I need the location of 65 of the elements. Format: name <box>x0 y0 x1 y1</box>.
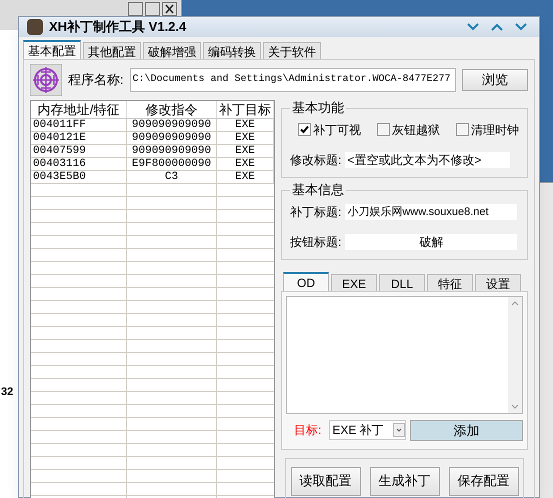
tab[interactable]: 基本配置 <box>23 40 81 58</box>
tab[interactable]: OD <box>283 272 329 290</box>
group-title: 基本功能 <box>290 100 346 116</box>
table-cell: 0043E5B0 <box>31 170 127 182</box>
tab[interactable]: EXE <box>331 274 377 290</box>
tab[interactable]: 设置 <box>475 274 521 290</box>
table-cell: EXE <box>217 144 274 156</box>
background-text: 32 <box>1 385 14 400</box>
column-header: 内存地址/特征 <box>31 100 127 118</box>
chevron-down-icon[interactable] <box>467 22 479 31</box>
tab[interactable]: 特征 <box>427 274 473 290</box>
tab[interactable]: DLL <box>379 274 425 290</box>
field-label: 按钮标题: <box>290 234 342 250</box>
table-cell: 909090909090 <box>127 132 217 144</box>
table-cell: 004011FF <box>31 118 127 130</box>
caret-icon <box>393 423 406 437</box>
column-header: 修改指令 <box>127 100 217 118</box>
chevron-down-icon[interactable] <box>515 22 527 31</box>
scrollbar[interactable] <box>508 296 522 412</box>
chevron-up-icon[interactable] <box>491 22 503 31</box>
table-cell: 00403116 <box>31 158 127 170</box>
button[interactable]: 读取配置 <box>290 466 360 496</box>
program-label: 程序名称: <box>68 70 124 89</box>
chevron-down-icon[interactable] <box>511 404 519 408</box>
table-cell: 00407599 <box>31 144 127 156</box>
table-cell: E9F800000090 <box>127 158 217 170</box>
tab[interactable]: 关于软件 <box>263 42 321 58</box>
table-cell: EXE <box>217 132 274 144</box>
group-title: 基本信息 <box>290 182 346 198</box>
button[interactable]: 保存配置 <box>448 466 518 496</box>
table-cell: 0040121E <box>31 132 127 144</box>
program-path-field[interactable]: C:\Documents and Settings\Administrator.WOCA-8477E277 <box>130 68 456 92</box>
window-title: XH补丁制作工具 V1.2.4 <box>49 18 186 36</box>
table-cell: C3 <box>127 170 217 182</box>
button-title-field[interactable]: 破解 <box>345 234 518 250</box>
field-label: 补丁标题: <box>290 204 342 220</box>
button[interactable]: 浏览 <box>462 68 528 90</box>
table-cell: EXE <box>217 158 274 170</box>
table-cell: 909090909090 <box>127 118 217 130</box>
table-cell: EXE <box>217 118 274 130</box>
checkbox[interactable] <box>456 123 469 136</box>
title-field[interactable]: <置空或此文本为不修改> <box>345 152 510 168</box>
target-dropdown[interactable]: EXE 补丁 <box>329 420 406 440</box>
tab[interactable]: 破解增强 <box>143 42 201 58</box>
column-header: 补丁目标 <box>217 100 274 118</box>
table-cell: EXE <box>217 170 274 182</box>
field-label: 修改标题: <box>290 152 342 168</box>
crosshair-icon <box>30 64 62 96</box>
table-cell: 909090909090 <box>127 144 217 156</box>
tab[interactable]: 其他配置 <box>83 42 141 58</box>
checkbox[interactable] <box>298 123 311 136</box>
button[interactable]: 生成补丁 <box>370 466 440 496</box>
app-icon <box>27 18 43 35</box>
text-area[interactable] <box>286 296 523 414</box>
add-button[interactable]: 添加 <box>410 420 523 440</box>
checkbox[interactable] <box>377 123 390 136</box>
patch-title-field[interactable]: 小刀娱乐网www.souxue8.net <box>345 204 518 220</box>
target-label: 目标: <box>294 422 322 439</box>
checkbox-label: 补丁可视 <box>313 122 361 138</box>
minimize-icon[interactable] <box>128 2 143 16</box>
checkbox-label: 清理时钟 <box>471 122 519 138</box>
close-icon[interactable] <box>162 2 177 16</box>
tab[interactable]: 编码转换 <box>203 42 261 58</box>
checkbox-label: 灰钮越狱 <box>392 122 440 138</box>
chevron-up-icon[interactable] <box>511 300 519 306</box>
